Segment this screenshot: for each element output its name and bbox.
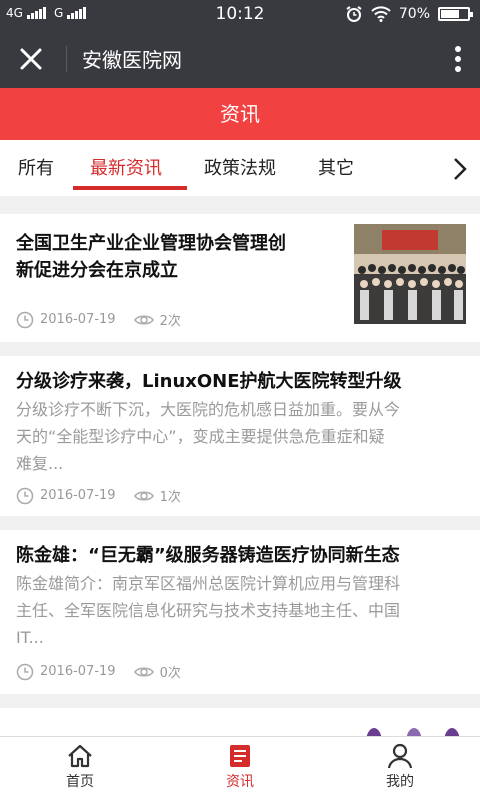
article-card-partial[interactable] bbox=[0, 708, 480, 736]
clock-icon bbox=[16, 663, 34, 680]
article-card[interactable]: 全国卫生产业企业管理协会管理创 新促进分会在京成立 2016-07-19 2次 bbox=[0, 214, 480, 342]
close-icon[interactable] bbox=[16, 44, 46, 74]
eye-icon bbox=[133, 667, 154, 676]
article-views: 2次 bbox=[159, 314, 181, 329]
tab-latest-news[interactable]: 最新资讯 bbox=[90, 154, 162, 180]
article-summary: 陈金雄简介：南京军区福州总医院计算机应用与管理科 主任、全军医院信息化研究与技术… bbox=[16, 574, 401, 647]
article-title: 陈金雄：“巨无霸”级服务器铸造医疗协同新生态 bbox=[16, 545, 400, 566]
page-title: 安徽医院网 bbox=[82, 48, 182, 72]
article-meta: 2016-07-19 1次 bbox=[16, 486, 181, 505]
section-header: 资讯 bbox=[0, 88, 480, 140]
status-bar: 4G G 10:12 70% bbox=[0, 0, 480, 30]
eye-icon bbox=[133, 491, 154, 500]
article-thumbnail bbox=[366, 728, 460, 736]
article-title: 分级诊疗来袭，LinuxONE护航大医院转型升级 bbox=[16, 371, 402, 392]
nav-news-label: 资讯 bbox=[226, 774, 254, 790]
tab-policy[interactable]: 政策法规 bbox=[204, 154, 276, 180]
battery-percent: 70% bbox=[398, 6, 430, 22]
article-views: 1次 bbox=[159, 490, 181, 505]
nav-news[interactable]: 资讯 bbox=[200, 743, 280, 791]
tab-other[interactable]: 其它 bbox=[318, 154, 354, 180]
bottom-nav: 首页 资讯 我的 bbox=[0, 736, 480, 800]
clock-icon bbox=[16, 487, 34, 504]
tab-all[interactable]: 所有 bbox=[18, 154, 54, 180]
category-tabs: 所有 最新资讯 政策法规 其它 bbox=[0, 140, 480, 196]
article-card[interactable]: 分级诊疗来袭，LinuxONE护航大医院转型升级 分级诊疗不断下沉，大医院的危机… bbox=[0, 356, 480, 516]
nav-home-label: 首页 bbox=[66, 774, 94, 790]
article-summary: 分级诊疗不断下沉，大医院的危机感日益加重。要从今 天的“全能型诊疗中心”，变成主… bbox=[16, 400, 401, 473]
title-divider bbox=[66, 46, 67, 72]
article-card[interactable]: 陈金雄：“巨无霸”级服务器铸造医疗协同新生态 陈金雄简介：南京军区福州总医院计算… bbox=[0, 530, 480, 694]
article-date: 2016-07-19 bbox=[40, 664, 116, 679]
article-date: 2016-07-19 bbox=[40, 312, 116, 327]
home-icon bbox=[68, 744, 92, 768]
article-thumbnail bbox=[354, 224, 466, 324]
nav-mine[interactable]: 我的 bbox=[360, 743, 440, 791]
title-bar: 安徽医院网 bbox=[0, 30, 480, 88]
battery-icon bbox=[438, 7, 473, 21]
clock-icon bbox=[16, 311, 34, 328]
article-views: 0次 bbox=[159, 666, 181, 681]
active-tab-indicator bbox=[73, 186, 187, 190]
user-icon bbox=[387, 743, 413, 769]
nav-home[interactable]: 首页 bbox=[40, 743, 120, 791]
article-title: 全国卫生产业企业管理协会管理创 新促进分会在京成立 bbox=[16, 233, 286, 281]
more-vertical-icon[interactable] bbox=[454, 44, 462, 74]
article-meta: 2016-07-19 2次 bbox=[16, 310, 181, 329]
nav-mine-label: 我的 bbox=[386, 774, 414, 790]
chevron-right-icon[interactable] bbox=[450, 156, 470, 182]
article-meta: 2016-07-19 0次 bbox=[16, 662, 181, 681]
news-icon bbox=[230, 745, 250, 767]
wifi-icon bbox=[371, 6, 391, 22]
eye-icon bbox=[133, 315, 154, 324]
article-date: 2016-07-19 bbox=[40, 488, 116, 503]
alarm-icon bbox=[346, 6, 362, 22]
